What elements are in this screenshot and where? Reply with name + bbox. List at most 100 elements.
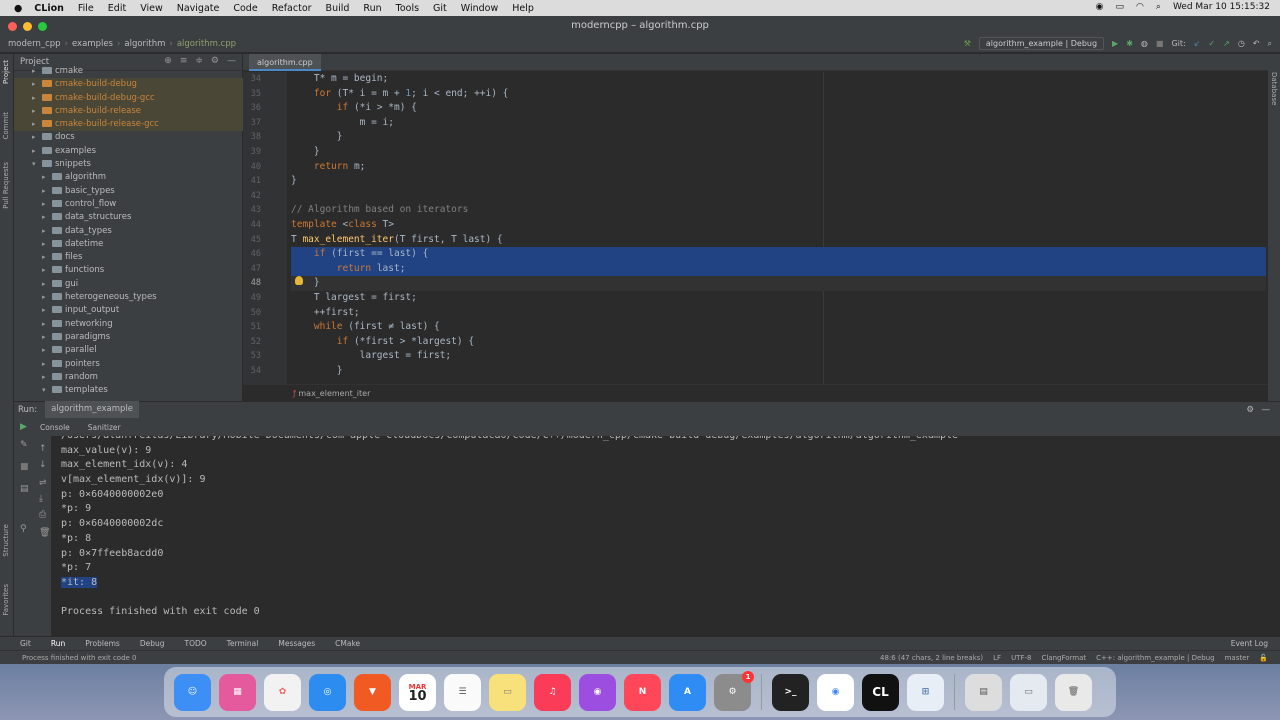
coverage-icon[interactable]: ◍ <box>1141 39 1148 48</box>
menu-tools[interactable]: Tools <box>396 3 419 14</box>
menu-window[interactable]: Window <box>461 3 498 14</box>
run-settings-icon[interactable]: ⚙ <box>1246 405 1254 415</box>
code-line[interactable]: return m; <box>291 160 1266 175</box>
breadcrumb-algorithm[interactable]: algorithm <box>124 39 165 49</box>
close-window-button[interactable] <box>8 22 17 31</box>
chevron-right-icon[interactable]: ▸ <box>42 304 52 317</box>
tree-item[interactable]: ▸ input_output <box>14 304 243 317</box>
tree-item[interactable]: ▸ cmake-build-debug-gcc <box>14 91 243 105</box>
history-icon[interactable]: ◷ <box>1238 39 1245 48</box>
podcasts-icon[interactable]: ◉ <box>579 673 616 711</box>
tree-item[interactable]: ▾ templates <box>14 384 243 397</box>
tool-todo[interactable]: TODO <box>184 639 206 648</box>
document-stack-icon[interactable]: ▭ <box>1010 673 1047 711</box>
chevron-right-icon[interactable]: ▸ <box>42 371 52 384</box>
chevron-down-icon[interactable]: ▾ <box>32 158 42 171</box>
chevron-right-icon[interactable]: ▸ <box>32 145 42 158</box>
tool-terminal[interactable]: Terminal <box>227 639 259 648</box>
code-line[interactable]: while (first ≠ last) { <box>291 320 1266 335</box>
code-line[interactable] <box>291 189 1266 204</box>
chevron-right-icon[interactable]: ▸ <box>42 198 52 211</box>
run-icon[interactable]: ▶ <box>1112 39 1118 48</box>
code-line[interactable]: } <box>291 145 1266 160</box>
search-everywhere-icon[interactable]: ⌕ <box>1268 39 1272 49</box>
chevron-right-icon[interactable]: ▸ <box>42 238 52 251</box>
tree-item[interactable]: ▸ data_types <box>14 225 243 238</box>
git-update-icon[interactable]: ↙ <box>1194 39 1201 48</box>
news-icon[interactable]: N <box>624 673 661 711</box>
chevron-right-icon[interactable]: ▸ <box>42 291 52 304</box>
run-configuration-select[interactable]: algorithm_example | Debug <box>978 37 1105 50</box>
tree-item[interactable]: ▸ cmake <box>14 65 243 78</box>
side-tab-database[interactable]: Database <box>1270 72 1278 105</box>
stop-run-icon[interactable]: ■ <box>20 462 29 472</box>
tree-item[interactable]: ▸ functions <box>14 264 243 277</box>
git-push-icon[interactable]: ↗ <box>1223 39 1230 48</box>
preview-icon[interactable]: ⊞ <box>907 673 944 711</box>
code-line[interactable]: for (T* i = m + 1; i < end; ++i) { <box>291 87 1266 102</box>
chevron-right-icon[interactable]: ▸ <box>32 105 42 118</box>
menu-refactor[interactable]: Refactor <box>272 3 312 14</box>
code-line[interactable]: T* m = begin; <box>291 72 1266 87</box>
code-line[interactable]: T max_element_iter(T first, T last) { <box>291 233 1266 248</box>
status-branch[interactable]: master <box>1225 651 1250 665</box>
code-line[interactable]: } <box>291 174 1266 189</box>
tree-item[interactable]: ▸ paradigms <box>14 331 243 344</box>
clion-icon[interactable]: CL <box>862 673 899 711</box>
tree-item[interactable]: ▸ cmake-build-debug <box>14 78 243 92</box>
chevron-right-icon[interactable]: ▸ <box>32 118 42 131</box>
code-line[interactable]: m = i; <box>291 116 1266 131</box>
status-position[interactable]: 48:6 (47 chars, 2 line breaks) <box>880 651 983 665</box>
tool-debug[interactable]: Debug <box>140 639 165 648</box>
code-line[interactable]: largest = first; <box>291 349 1266 364</box>
menu-file[interactable]: File <box>78 3 94 14</box>
menu-app[interactable]: CLion <box>34 3 64 14</box>
menu-view[interactable]: View <box>140 3 163 14</box>
event-log[interactable]: Event Log <box>1231 639 1268 648</box>
tree-item[interactable]: ▸ algorithm <box>14 171 243 184</box>
tree-item[interactable]: ▸ pointers <box>14 358 243 371</box>
chrome-icon[interactable]: ◉ <box>817 673 854 711</box>
menu-code[interactable]: Code <box>233 3 257 14</box>
menu-git[interactable]: Git <box>433 3 447 14</box>
status-context[interactable]: C++: algorithm_example | Debug <box>1096 651 1214 665</box>
record-icon[interactable]: ◉ <box>1096 2 1104 12</box>
tool-messages[interactable]: Messages <box>278 639 315 648</box>
breadcrumb-project[interactable]: modern_cpp <box>8 39 61 49</box>
minimize-window-button[interactable] <box>23 22 32 31</box>
soft-wrap-icon[interactable]: ⇌ <box>39 478 47 488</box>
git-commit-icon[interactable]: ✓ <box>1208 39 1215 48</box>
code-line[interactable]: ++first; <box>291 306 1266 321</box>
menu-run[interactable]: Run <box>363 3 381 14</box>
wrench-icon[interactable]: ✎ <box>20 440 28 450</box>
chevron-right-icon[interactable]: ▸ <box>42 211 52 224</box>
chevron-right-icon[interactable]: ▸ <box>42 358 52 371</box>
tree-item[interactable]: ▸ cmake-build-release-gcc <box>14 118 243 132</box>
chevron-right-icon[interactable]: ▸ <box>32 65 42 78</box>
print-icon[interactable]: ⎙ <box>39 510 46 520</box>
scroll-up-icon[interactable]: ↑ <box>39 444 47 454</box>
side-tab-structure[interactable]: Structure <box>2 524 10 557</box>
chevron-right-icon[interactable]: ▸ <box>42 278 52 291</box>
side-tab-pull-requests[interactable]: Pull Requests <box>2 162 10 209</box>
code-line[interactable]: if (first == last) { <box>291 247 1266 262</box>
intention-bulb-icon[interactable] <box>295 276 303 285</box>
editor-tab[interactable]: algorithm.cpp <box>249 54 321 71</box>
notes-icon[interactable]: ▭ <box>489 673 526 711</box>
run-hide-icon[interactable]: — <box>1262 405 1271 415</box>
rollback-icon[interactable]: ↶ <box>1253 39 1260 48</box>
pin-icon[interactable]: ⚲ <box>20 524 27 534</box>
console-output[interactable]: /Users/alanfreitas/Library/Mobile Docume… <box>53 436 1268 636</box>
code-line[interactable]: if (*first > *largest) { <box>291 335 1266 350</box>
chevron-right-icon[interactable]: ▸ <box>42 344 52 357</box>
menu-navigate[interactable]: Navigate <box>177 3 220 14</box>
tree-item[interactable]: ▸ examples <box>14 145 243 158</box>
finder-icon[interactable]: ☺ <box>174 673 211 711</box>
zoom-window-button[interactable] <box>38 22 47 31</box>
chevron-down-icon[interactable]: ▾ <box>42 384 52 397</box>
rerun-icon[interactable]: ▶ <box>20 422 27 432</box>
code-line[interactable]: T largest = first; <box>291 291 1266 306</box>
chevron-right-icon[interactable]: ▸ <box>42 185 52 198</box>
apple-icon[interactable]: ● <box>14 3 22 14</box>
code-line[interactable]: } <box>291 276 1266 291</box>
